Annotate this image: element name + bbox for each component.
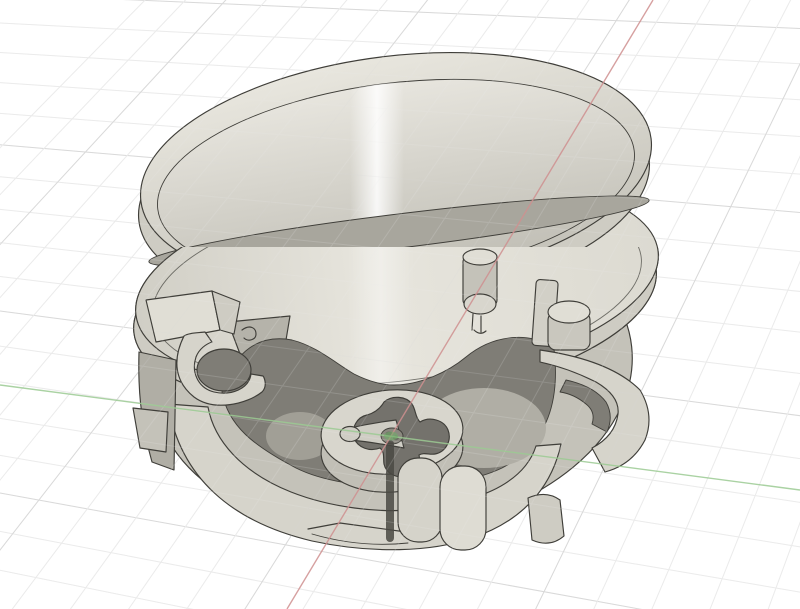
cad-viewport[interactable]: [0, 0, 800, 609]
origin-point: [384, 431, 398, 441]
left-block: [132, 407, 169, 453]
scene-canvas[interactable]: [0, 0, 800, 609]
right-foot[interactable]: [527, 493, 565, 544]
center-seam: [386, 440, 394, 542]
left-hook-opening: [196, 348, 252, 392]
pulley-model[interactable]: [122, 26, 671, 557]
